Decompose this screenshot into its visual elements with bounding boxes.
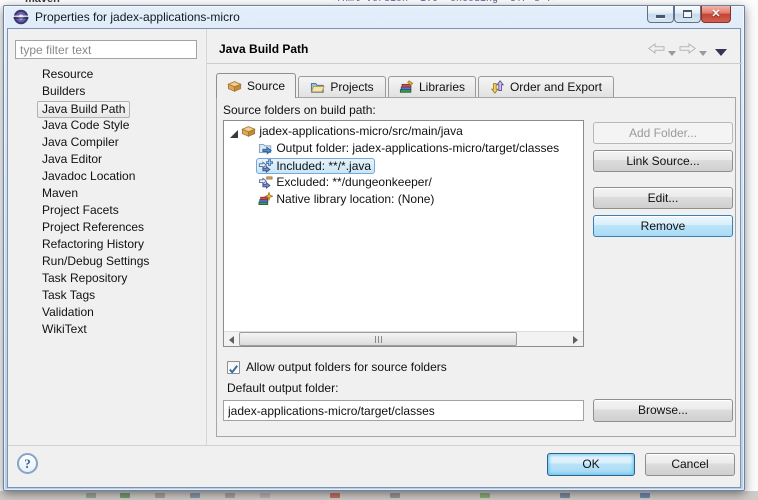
allow-output-label[interactable]: Allow output folders for source folders (246, 360, 447, 374)
view-menu-icon[interactable] (715, 49, 727, 56)
close-icon: ✕ (702, 7, 730, 20)
forward-arrow-icon (679, 43, 696, 54)
taskbar-icon-chip (155, 493, 165, 498)
window-title: Properties for jadex-applications-micro (35, 10, 240, 24)
sidebar-item-wikitext[interactable]: WikiText (8, 322, 204, 339)
background-taskbar-sliver (0, 491, 758, 500)
maximize-button[interactable] (674, 6, 701, 23)
minimize-icon (656, 15, 665, 18)
cancel-button[interactable]: Cancel (645, 453, 735, 476)
allow-output-checkbox[interactable] (227, 361, 240, 374)
eclipse-icon (13, 9, 29, 25)
sidebar-divider (206, 29, 207, 445)
link-source-button[interactable]: Link Source... (593, 150, 733, 172)
source-tab-page: Source folders on build path: jadex-appl… (216, 97, 736, 437)
taskbar-icon-chip (260, 493, 270, 498)
package-icon (227, 79, 242, 93)
back-dropdown-icon[interactable] (668, 51, 676, 56)
help-button[interactable]: ? (17, 453, 38, 474)
properties-dialog: Properties for jadex-applications-micro … (3, 5, 745, 491)
sidebar-item-builders[interactable]: Builders (8, 84, 204, 101)
close-button[interactable]: ✕ (701, 6, 731, 23)
taskbar-icon-chip (190, 493, 200, 498)
forward-dropdown-icon[interactable] (699, 51, 707, 56)
taskbar-icon-chip (120, 493, 130, 498)
taskbar-icon-chip (560, 493, 570, 498)
history-navbar (648, 43, 740, 55)
native-library-icon (258, 192, 273, 206)
scrollbar-left-arrow[interactable] (224, 332, 239, 346)
library-books-icon (399, 80, 414, 94)
sidebar-item-refactoring-history[interactable]: Refactoring History (8, 237, 204, 254)
page-title: Java Build Path (219, 42, 308, 56)
tab-source[interactable]: Source (216, 73, 296, 98)
add-folder-button[interactable]: Add Folder... (593, 122, 733, 144)
taskbar-icon-chip (86, 493, 96, 498)
minimize-button[interactable] (647, 6, 674, 23)
h-scrollbar[interactable] (224, 331, 583, 346)
taskbar-icon-chip (225, 493, 235, 498)
tree-selection-box: Included: **/*.java (256, 158, 375, 174)
taskbar-icon-chip (390, 493, 400, 498)
source-folders-label: Source folders on build path: (223, 103, 376, 117)
taskbar-icon-chip (640, 493, 650, 498)
dialog-titlebar[interactable]: Properties for jadex-applications-micro … (4, 6, 744, 28)
scrollbar-thumb[interactable] (239, 332, 517, 346)
browse-button[interactable]: Browse... (593, 399, 733, 422)
folder-open-icon (310, 80, 325, 94)
sidebar-item-run-debug-settings[interactable]: Run/Debug Settings (8, 254, 204, 271)
output-folder-icon (258, 141, 273, 155)
default-output-label: Default output folder: (227, 381, 338, 395)
tab-order-and-export[interactable]: Order and Export (478, 76, 614, 97)
sidebar-item-java-editor[interactable]: Java Editor (8, 152, 204, 169)
order-export-arrows-icon (490, 80, 505, 94)
expand-arrow-icon[interactable] (230, 130, 238, 138)
scrollbar-grip-icon (378, 336, 379, 343)
tree-root-row[interactable]: jadex-applications-micro/src/main/java (224, 124, 583, 141)
sidebar-item-project-facets[interactable]: Project Facets (8, 203, 204, 220)
sidebar-item-resource[interactable]: Resource (8, 67, 204, 84)
nav-forward-button[interactable] (679, 43, 696, 60)
edit-button[interactable]: Edit... (593, 187, 733, 209)
inclusion-filter-icon (258, 159, 273, 173)
scrollbar-right-arrow[interactable] (568, 332, 583, 346)
sidebar-item-maven[interactable]: Maven (8, 186, 204, 203)
screen: maven <?xml version="1.0" encoding="UTF-… (0, 0, 758, 500)
sidebar-item-java-build-path[interactable]: Java Build Path (8, 101, 204, 118)
tab-projects[interactable]: Projects (298, 76, 386, 97)
sidebar-item-java-compiler[interactable]: Java Compiler (8, 135, 204, 152)
sidebar-item-project-references[interactable]: Project References (8, 220, 204, 237)
checkmark-icon (228, 364, 239, 375)
tree-item-included[interactable]: Included: **/*.java (224, 158, 583, 175)
sidebar-item-task-repository[interactable]: Task Repository (8, 271, 204, 288)
sidebar-item-task-tags[interactable]: Task Tags (8, 288, 204, 305)
nav-back-button[interactable] (648, 43, 665, 60)
maximize-icon (683, 10, 692, 18)
default-output-input[interactable] (223, 400, 584, 421)
dialog-body: Resource Builders Java Build Path Java C… (7, 28, 741, 488)
header-divider (207, 63, 742, 64)
sidebar-item-validation[interactable]: Validation (8, 305, 204, 322)
sidebar-item-javadoc-location[interactable]: Javadoc Location (8, 169, 204, 186)
remove-button[interactable]: Remove (593, 215, 733, 237)
ok-button[interactable]: OK (547, 453, 635, 476)
dialog-footer: ? OK Cancel (8, 445, 740, 487)
taskbar-icon-chip (480, 493, 490, 498)
package-icon (241, 124, 256, 138)
tab-libraries[interactable]: Libraries (388, 76, 476, 97)
tree-item-excluded[interactable]: Excluded: **/dungeonkeeper/ (224, 175, 583, 192)
source-folders-tree[interactable]: jadex-applications-micro/src/main/java O… (223, 120, 584, 347)
window-controls: ✕ (647, 6, 731, 23)
sidebar-item-java-code-style[interactable]: Java Code Style (8, 118, 204, 135)
tree-item-native-library[interactable]: Native library location: (None) (224, 192, 583, 209)
tree-item-output-folder[interactable]: Output folder: jadex-applications-micro/… (224, 141, 583, 158)
taskbar-icon-chip (330, 493, 340, 498)
back-arrow-icon (648, 43, 665, 54)
filter-input[interactable] (15, 40, 197, 59)
exclusion-filter-icon (258, 175, 273, 189)
